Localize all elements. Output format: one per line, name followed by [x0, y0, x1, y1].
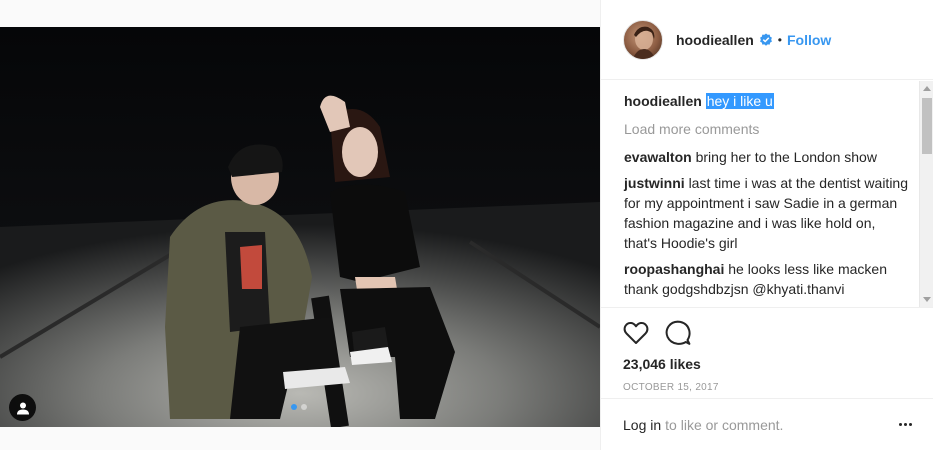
login-link[interactable]: Log in: [623, 417, 661, 433]
scroll-up-arrow-icon[interactable]: [923, 86, 931, 91]
carousel-dot: [301, 404, 307, 410]
comment-username[interactable]: evawalton: [624, 149, 692, 165]
avatar[interactable]: [623, 19, 663, 60]
instagram-post-view: hoodieallen • Follow hoodieallen hey i l…: [0, 0, 933, 450]
caption-text: hey i like u: [705, 93, 774, 109]
comment-text: bring her to the London show: [695, 149, 877, 165]
list-item: roopashanghai he looks less like macken …: [624, 259, 910, 299]
load-more-comments-link[interactable]: Load more comments: [624, 119, 910, 139]
comment-username[interactable]: roopashanghai: [624, 261, 724, 277]
post-username[interactable]: hoodieallen: [676, 32, 754, 48]
caption: hoodieallen hey i like u: [624, 91, 910, 111]
list-item: justwinni last time i was at the dentist…: [624, 173, 910, 253]
verified-badge-icon: [759, 33, 772, 46]
follow-button[interactable]: Follow: [787, 32, 831, 48]
caption-username[interactable]: hoodieallen: [624, 93, 702, 109]
scrollbar-thumb[interactable]: [922, 98, 932, 154]
post-media[interactable]: [0, 27, 600, 427]
comments-list: hoodieallen hey i like u Load more comme…: [601, 81, 933, 307]
post-footer: Log in to like or comment.: [601, 398, 933, 450]
header-separator: •: [777, 32, 782, 47]
user-tag-icon[interactable]: [9, 394, 36, 421]
likes-count[interactable]: 23,046 likes: [623, 356, 911, 372]
login-prompt-text: to like or comment.: [665, 416, 784, 433]
scroll-down-arrow-icon[interactable]: [923, 297, 931, 302]
comment-icon[interactable]: [665, 320, 691, 346]
carousel-indicator: [291, 404, 307, 410]
heart-icon[interactable]: [623, 321, 649, 345]
comments-scrollbar[interactable]: [919, 81, 933, 307]
list-item: evawalton bring her to the London show: [624, 147, 910, 167]
action-icons: [623, 318, 911, 348]
post-photo: [0, 27, 600, 427]
carousel-dot-active: [291, 404, 297, 410]
more-options-icon[interactable]: [899, 423, 912, 426]
post-side-panel: hoodieallen • Follow hoodieallen hey i l…: [600, 0, 933, 450]
post-header: hoodieallen • Follow: [601, 0, 933, 80]
comment-username[interactable]: justwinni: [624, 175, 685, 191]
post-date[interactable]: October 15, 2017: [623, 382, 911, 393]
